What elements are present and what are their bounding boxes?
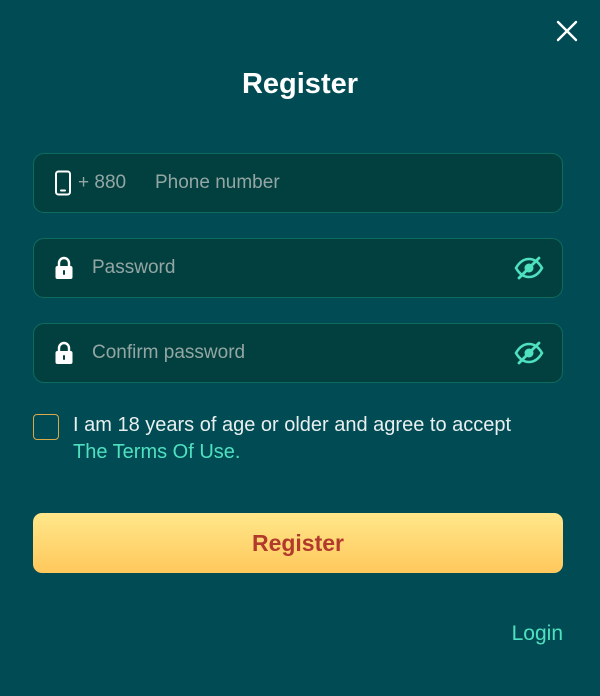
register-button[interactable]: Register bbox=[33, 513, 563, 573]
agreement-text: I am 18 years of age or older and agree … bbox=[73, 412, 573, 466]
country-code-prefix: + 880 bbox=[78, 172, 127, 193]
eye-off-icon[interactable] bbox=[514, 256, 544, 280]
phone-field[interactable]: + 880 bbox=[33, 153, 563, 213]
eye-off-icon[interactable] bbox=[514, 341, 544, 365]
phone-icon bbox=[54, 170, 72, 196]
agreement-label: I am 18 years of age or older and agree … bbox=[73, 414, 512, 436]
agree-checkbox[interactable] bbox=[33, 414, 59, 440]
register-dialog: Register + 880 Phone number I am 18 year… bbox=[0, 0, 600, 696]
terms-of-use-link[interactable]: The Terms Of Use. bbox=[73, 441, 240, 463]
password-input[interactable] bbox=[92, 239, 492, 297]
phone-input[interactable] bbox=[155, 154, 545, 212]
dialog-title: Register bbox=[241, 68, 359, 100]
close-icon[interactable] bbox=[554, 18, 580, 44]
confirm-password-input[interactable] bbox=[92, 324, 492, 382]
lock-icon bbox=[54, 256, 74, 280]
confirm-password-field[interactable] bbox=[33, 323, 563, 383]
password-field[interactable] bbox=[33, 238, 563, 298]
login-link[interactable]: Login bbox=[512, 622, 563, 646]
lock-icon bbox=[54, 341, 74, 365]
